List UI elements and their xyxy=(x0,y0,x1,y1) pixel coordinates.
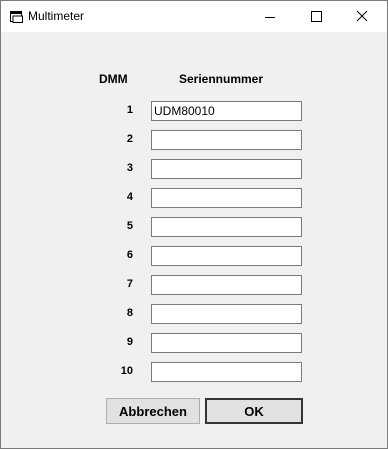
minimize-button[interactable] xyxy=(247,1,293,32)
dmm-number-label: 6 xyxy=(126,249,133,261)
multimeter-dialog: Multimeter DMM Seriennummer 12345678910 … xyxy=(0,0,388,449)
title-bar[interactable]: Multimeter xyxy=(1,1,387,32)
serial-number-input[interactable] xyxy=(151,188,302,208)
dmm-number-label: 7 xyxy=(126,278,133,290)
close-icon xyxy=(356,10,368,22)
dmm-number-label: 1 xyxy=(126,104,133,116)
dmm-number-label: 9 xyxy=(126,336,133,348)
serial-number-input[interactable] xyxy=(151,246,302,266)
serial-number-input[interactable] xyxy=(151,101,302,121)
cancel-button[interactable]: Abbrechen xyxy=(106,398,200,424)
maximize-icon xyxy=(311,11,322,22)
dmm-number-label: 8 xyxy=(126,307,133,319)
dmm-number-label: 2 xyxy=(126,133,133,145)
dmm-number-label: 4 xyxy=(126,191,133,203)
serial-number-input[interactable] xyxy=(151,362,302,382)
serial-number-input[interactable] xyxy=(151,275,302,295)
app-icon xyxy=(10,10,23,23)
serial-number-column-header: Seriennummer xyxy=(179,72,264,86)
maximize-button[interactable] xyxy=(293,1,339,32)
dmm-column-header: DMM xyxy=(99,72,128,86)
dmm-number-label: 10 xyxy=(120,365,133,377)
serial-number-input[interactable] xyxy=(151,304,302,324)
serial-number-input[interactable] xyxy=(151,333,302,353)
close-button[interactable] xyxy=(339,1,385,32)
dmm-number-label: 5 xyxy=(126,220,133,232)
dmm-number-label: 3 xyxy=(126,162,133,174)
ok-button[interactable]: OK xyxy=(205,398,303,424)
serial-number-input[interactable] xyxy=(151,217,302,237)
serial-number-input[interactable] xyxy=(151,159,302,179)
minimize-icon xyxy=(265,17,275,18)
window-title: Multimeter xyxy=(28,9,85,23)
serial-number-input[interactable] xyxy=(151,130,302,150)
